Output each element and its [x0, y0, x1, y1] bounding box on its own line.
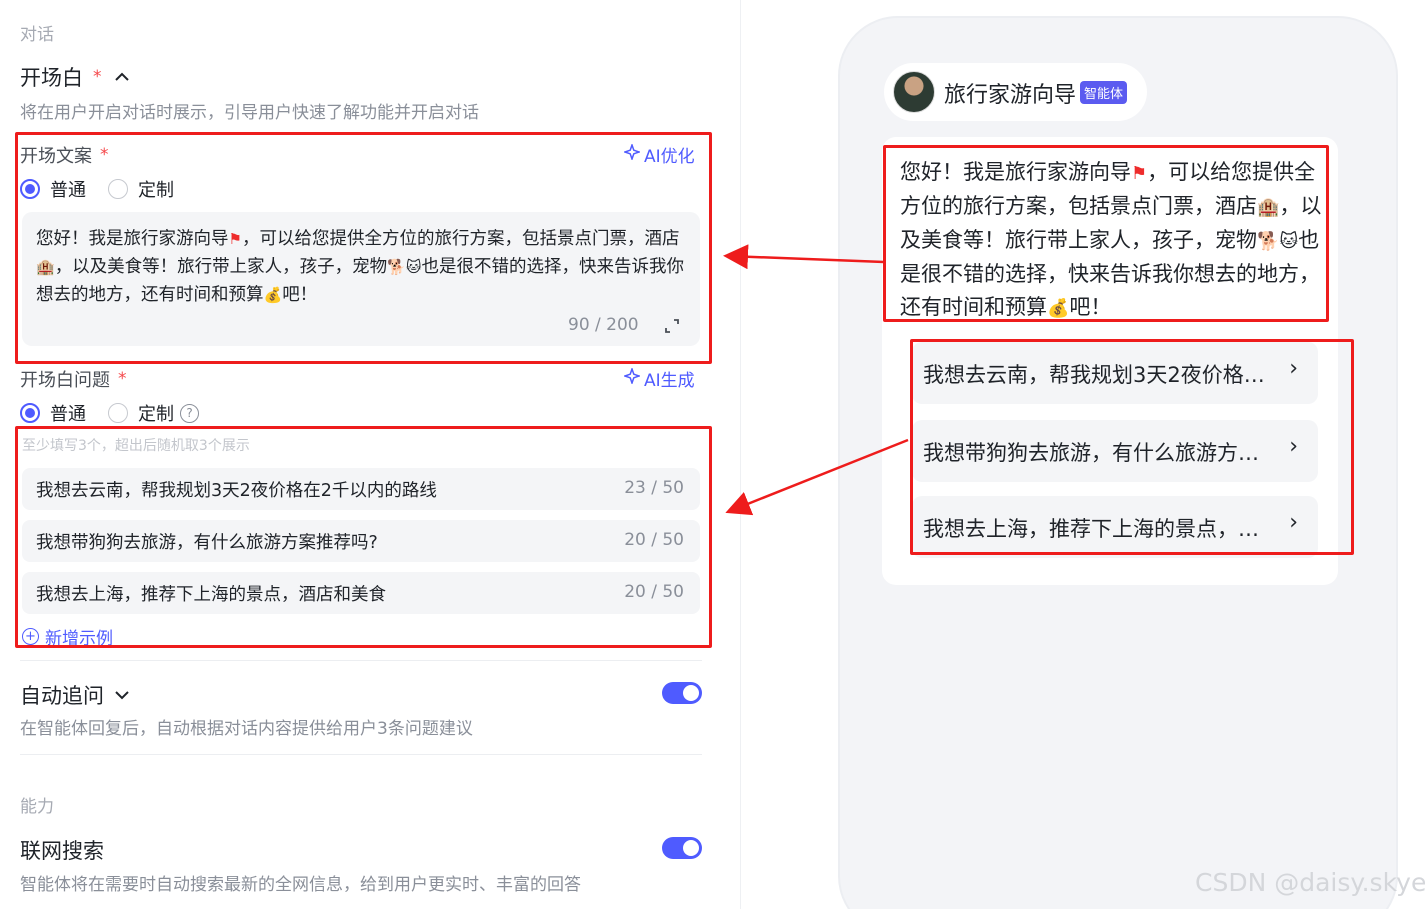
cat-icon: 🐱	[1279, 231, 1299, 252]
question-text: 我想带狗狗去旅游，有什么旅游方案推荐吗?	[36, 533, 378, 553]
section-label-dialogue: 对话	[20, 25, 54, 45]
question-input[interactable]: 我想带狗狗去旅游，有什么旅游方案推荐吗? 20 / 50	[22, 520, 700, 562]
money-bag-icon: 💰	[1047, 298, 1070, 319]
question-counter: 20 / 50	[624, 530, 684, 550]
radio-custom[interactable]: 定制	[108, 176, 174, 202]
web-search-title: 联网搜索	[20, 839, 104, 863]
opening-copy-text: 您好！我是旅行家游向导⚑，可以给您提供全方位的旅行方案，包括景点门票，酒店 🏨，以…	[36, 225, 686, 309]
question-circle-icon[interactable]: ?	[180, 403, 199, 423]
dog-icon: 🐕	[387, 258, 406, 276]
suggestion-text: 我想带狗狗去旅游，有什么旅游方案推荐吗?	[923, 441, 1269, 465]
copy-part: 吧！	[282, 285, 318, 305]
radio-selected-dot	[20, 179, 40, 199]
suggestion-chip[interactable]: 我想带狗狗去旅游，有什么旅游方案推荐吗? ›	[912, 420, 1318, 482]
app-root: 对话 开场白 * 将在用户开启对话时展示，引导用户快速了解功能并开启对话 开场文…	[0, 0, 1425, 909]
ai-optimize-button[interactable]: AI优化	[622, 142, 695, 167]
copy-part: 您好！我是旅行家游向导	[36, 229, 229, 249]
radio-normal[interactable]: 普通	[20, 176, 86, 202]
required-mark: *	[93, 67, 102, 87]
hotel-icon: 🏨	[1257, 197, 1280, 218]
dog-icon: 🐕	[1257, 231, 1280, 252]
radio-empty-dot	[108, 403, 128, 423]
auto-followup-title: 自动追问	[20, 684, 104, 708]
copy-part: ，以及美食等！旅行带上家人，孩子，宠物	[54, 257, 388, 277]
cat-icon: 🐱	[405, 258, 422, 276]
web-search-description: 智能体将在需要时自动搜索最新的全网信息，给到用户更实时、丰富的回答	[20, 875, 581, 895]
panel-divider	[740, 0, 741, 909]
opening-description: 将在用户开启对话时展示，引导用户快速了解功能并开启对话	[20, 103, 479, 123]
copy-part: 吧！	[1069, 295, 1112, 319]
radio-selected-dot	[20, 403, 40, 423]
copy-label: 开场文案	[20, 146, 92, 167]
suggestion-text: 我想去上海，推荐下上海的景点，酒店和美食	[923, 517, 1269, 541]
opening-title: 开场白	[20, 66, 83, 90]
flag-icon: ⚑	[1131, 163, 1148, 184]
questions-label-row: 开场白问题 *	[20, 366, 127, 392]
add-example-button[interactable]: + 新增示例	[22, 624, 113, 649]
opening-copy-textarea[interactable]: 您好！我是旅行家游向导⚑，可以给您提供全方位的旅行方案，包括景点门票，酒店 🏨，以…	[22, 212, 700, 346]
section-label-ability: 能力	[20, 797, 54, 817]
add-example-label: 新增示例	[45, 629, 113, 649]
money-bag-icon: 💰	[263, 286, 283, 304]
divider	[20, 660, 702, 661]
web-search-toggle[interactable]	[662, 837, 702, 859]
required-mark: *	[100, 145, 109, 165]
sparkle-icon	[622, 142, 642, 165]
chevron-right-icon: ›	[1289, 356, 1298, 381]
ai-generate-label: AI生成	[644, 371, 695, 391]
copy-part: ，可以给您提供全方位的旅行方案，包括景点门票，酒店	[241, 229, 680, 249]
ai-generate-button[interactable]: AI生成	[622, 366, 695, 391]
question-counter: 20 / 50	[624, 582, 684, 602]
copy-label-row: 开场文案 *	[20, 142, 109, 168]
chevron-up-icon[interactable]	[114, 72, 130, 82]
questions-mode-radio-group: 普通 定制?	[20, 400, 199, 426]
question-text: 我想去上海，推荐下上海的景点，酒店和美食	[36, 585, 386, 605]
question-input[interactable]: 我想去云南，帮我规划3天2夜价格在2千以内的路线 23 / 50	[22, 468, 700, 510]
flag-icon: ⚑	[228, 230, 242, 248]
radio-custom[interactable]: 定制?	[108, 400, 199, 426]
question-text: 我想去云南，帮我规划3天2夜价格在2千以内的路线	[36, 481, 437, 501]
preview-opening-text: 您好！我是旅行家游向导⚑，可以给您提供全方位的旅行方案，包括景点门票，酒店🏨，以…	[900, 156, 1324, 325]
expand-icon[interactable]	[663, 317, 681, 339]
copy-part: 您好！我是旅行家游向导	[900, 160, 1131, 184]
suggestion-chip[interactable]: 我想去云南，帮我规划3天2夜价格在2千以内的路线 ›	[912, 342, 1318, 404]
agent-name: 旅行家游向导	[944, 83, 1077, 108]
questions-hint: 至少填写3个，超出后随机取3个展示	[22, 438, 250, 454]
auto-followup-header[interactable]: 自动追问	[20, 680, 130, 710]
divider	[20, 754, 702, 755]
watermark: CSDN @daisy.skye	[1195, 868, 1425, 897]
radio-normal-label: 普通	[50, 180, 86, 201]
avatar	[893, 71, 935, 113]
chevron-down-icon[interactable]	[114, 690, 130, 700]
radio-custom-label: 定制	[138, 180, 174, 201]
agent-badge: 智能体	[1080, 81, 1128, 104]
sparkle-icon	[622, 366, 642, 389]
opening-header[interactable]: 开场白 *	[20, 62, 130, 92]
settings-panel: 对话 开场白 * 将在用户开启对话时展示，引导用户快速了解功能并开启对话 开场文…	[0, 0, 740, 909]
radio-normal[interactable]: 普通	[20, 400, 86, 426]
plus-circle-icon: +	[22, 628, 39, 645]
chevron-right-icon: ›	[1289, 434, 1298, 459]
radio-normal-label: 普通	[50, 404, 86, 425]
hotel-icon: 🏨	[36, 258, 55, 276]
agent-header: 旅行家游向导 智能体	[884, 63, 1147, 121]
question-input[interactable]: 我想去上海，推荐下上海的景点，酒店和美食 20 / 50	[22, 572, 700, 614]
suggestion-text: 我想去云南，帮我规划3天2夜价格在2千以内的路线	[923, 363, 1269, 387]
chevron-right-icon: ›	[1289, 510, 1298, 535]
questions-label: 开场白问题	[20, 370, 110, 391]
auto-followup-toggle[interactable]	[662, 682, 702, 704]
question-counter: 23 / 50	[624, 478, 684, 498]
suggestion-chip[interactable]: 我想去上海，推荐下上海的景点，酒店和美食 ›	[912, 496, 1318, 558]
ai-optimize-label: AI优化	[644, 147, 695, 167]
copy-mode-radio-group: 普通 定制	[20, 176, 196, 202]
required-mark: *	[118, 369, 127, 389]
radio-custom-label: 定制	[138, 404, 174, 425]
copy-counter: 90 / 200	[568, 315, 639, 335]
auto-followup-description: 在智能体回复后，自动根据对话内容提供给用户3条问题建议	[20, 719, 473, 739]
radio-empty-dot	[108, 179, 128, 199]
